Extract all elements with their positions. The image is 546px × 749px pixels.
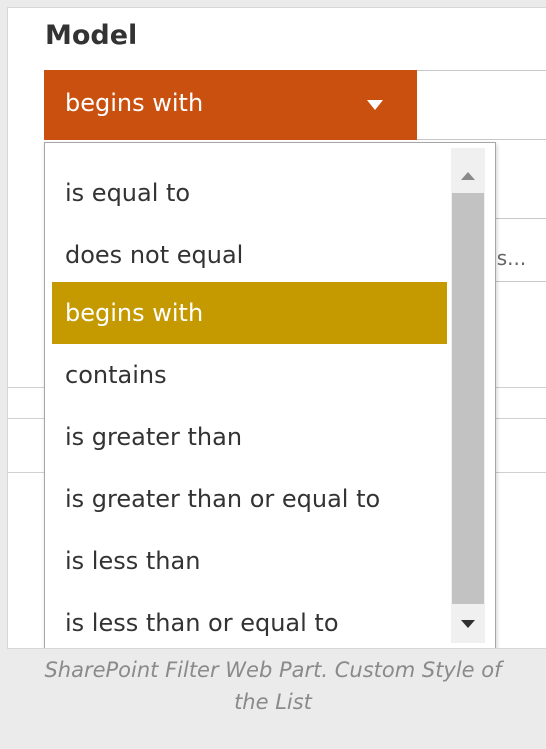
- option-is-greater-than-or-equal-to[interactable]: is greater than or equal to: [52, 468, 447, 530]
- option-is-less-than[interactable]: is less than: [52, 530, 447, 592]
- option-is-equal-to[interactable]: is equal to: [52, 162, 447, 224]
- option-does-not-equal[interactable]: does not equal: [52, 224, 447, 286]
- caption-line-2: the List: [234, 690, 312, 714]
- scrollbar-thumb[interactable]: [452, 193, 484, 604]
- scroll-down-arrow-icon[interactable]: [461, 620, 475, 628]
- filter-value-input[interactable]: [417, 70, 546, 140]
- image-caption: SharePoint Filter Web Part. Custom Style…: [0, 654, 546, 718]
- filter-panel: Model begins with :s... is equal to does…: [7, 7, 546, 649]
- field-label: Model: [45, 20, 138, 51]
- caret-down-icon: [367, 100, 383, 110]
- option-contains[interactable]: contains: [52, 344, 447, 406]
- scroll-up-arrow-icon[interactable]: [461, 172, 475, 180]
- operator-dropdown-list[interactable]: is equal to does not equal begins with c…: [44, 142, 496, 648]
- option-is-greater-than[interactable]: is greater than: [52, 406, 447, 468]
- option-is-less-than-or-equal-to[interactable]: is less than or equal to: [52, 592, 447, 648]
- dropdown-scrollbar[interactable]: [451, 148, 485, 643]
- operator-select-value: begins with: [65, 89, 204, 117]
- caption-line-1: SharePoint Filter Web Part. Custom Style…: [44, 658, 502, 682]
- operator-select[interactable]: begins with: [44, 70, 417, 140]
- option-begins-with[interactable]: begins with: [52, 282, 447, 344]
